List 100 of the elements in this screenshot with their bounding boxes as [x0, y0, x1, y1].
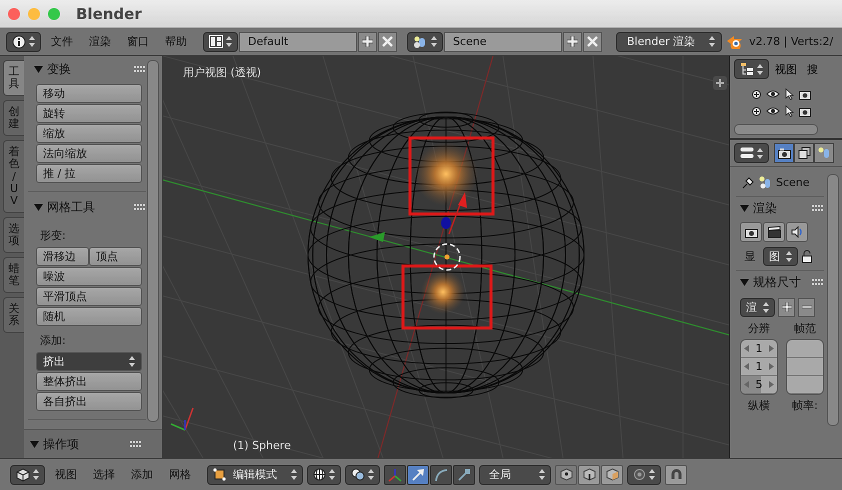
tool-button[interactable]: 法向缩放 [36, 144, 142, 163]
3d-cursor-icon[interactable] [433, 243, 461, 271]
render-image-button[interactable] [740, 222, 762, 242]
editor-type-dropdown[interactable] [6, 32, 41, 52]
menu-item[interactable]: 视图 [49, 464, 83, 484]
tool-button[interactable]: 顶点 [89, 247, 142, 266]
plus-icon [716, 79, 724, 87]
tool-button[interactable]: 滑移边 [36, 247, 89, 266]
tool-button[interactable]: 噪波 [36, 267, 142, 286]
menu-item[interactable]: 文件 [45, 32, 79, 52]
menu-item[interactable]: 视图 [771, 59, 801, 79]
expand-plus-icon[interactable] [752, 106, 761, 116]
manipulator-toggle[interactable] [407, 464, 429, 484]
add-preset-button[interactable] [778, 298, 795, 316]
proportional-edit-dropdown[interactable] [627, 464, 661, 484]
eye-icon[interactable] [766, 107, 780, 115]
globe-icon [313, 468, 326, 481]
panel-title[interactable]: 渲染 [753, 200, 777, 216]
scrollbar[interactable] [734, 124, 818, 135]
manipulator-toggle[interactable] [430, 464, 452, 484]
menu-item[interactable]: 网格 [163, 464, 197, 484]
menu-item[interactable]: 选择 [87, 464, 121, 484]
add-button[interactable] [358, 32, 377, 52]
remove-preset-button[interactable] [798, 298, 815, 316]
collapse-triangle-icon[interactable] [34, 202, 43, 212]
shading-dropdown[interactable] [307, 464, 341, 484]
editor-type-dropdown[interactable] [734, 59, 769, 79]
preset-dropdown[interactable]: 渲 [740, 298, 775, 316]
mode-dropdown[interactable]: 编辑模式 [207, 464, 303, 484]
select-mode-toggle[interactable] [578, 464, 600, 484]
menu-item[interactable]: 添加 [125, 464, 159, 484]
tool-button[interactable]: 推 / 拉 [36, 164, 142, 183]
extrude-dropdown[interactable]: 挤出 [36, 352, 142, 371]
pivot-dropdown[interactable] [345, 464, 380, 484]
render-engine-dropdown[interactable]: Blender 渲染 [616, 32, 722, 52]
editor-type-dropdown[interactable] [734, 143, 769, 163]
manipulator-handle[interactable] [441, 217, 451, 229]
add-button[interactable] [563, 32, 582, 52]
collapse-triangle-icon[interactable] [740, 204, 749, 212]
drag-grip-icon[interactable] [130, 441, 142, 447]
eye-icon[interactable] [766, 90, 780, 98]
tool-button[interactable]: 移动 [36, 84, 142, 103]
scene-dropdown[interactable] [407, 32, 443, 52]
scene-name-field[interactable]: Scene [444, 32, 562, 52]
properties-tab[interactable] [774, 143, 794, 163]
drag-grip-icon[interactable] [812, 205, 824, 211]
menu-item[interactable]: 帮助 [159, 32, 193, 52]
collapse-triangle-icon[interactable] [740, 278, 749, 286]
snap-toggle[interactable] [665, 464, 687, 484]
number-field[interactable] [787, 340, 823, 358]
panel-title[interactable]: 变换 [47, 60, 71, 78]
drag-grip-icon[interactable] [134, 66, 146, 72]
menu-item[interactable]: 渲染 [83, 32, 117, 52]
drag-grip-icon[interactable] [812, 279, 824, 285]
layout-dropdown[interactable] [203, 32, 238, 52]
camera-icon[interactable] [799, 106, 811, 116]
number-field[interactable] [787, 376, 823, 394]
display-dropdown[interactable]: 图 [763, 246, 798, 266]
manipulator-toggle[interactable] [384, 464, 406, 484]
menu-item[interactable]: 窗口 [121, 32, 155, 52]
properties-tab[interactable] [814, 143, 834, 163]
collapse-triangle-icon[interactable] [34, 64, 43, 74]
panel-title[interactable]: 网格工具 [47, 198, 95, 216]
collapse-triangle-icon[interactable] [30, 440, 39, 448]
render-animation-button[interactable] [763, 222, 785, 242]
add-button[interactable] [713, 76, 727, 90]
camera-icon[interactable] [799, 88, 811, 100]
tool-button[interactable]: 整体挤出 [36, 372, 142, 391]
3d-viewport[interactable]: 用户视图 (透视) (1) Sphere [163, 56, 729, 458]
number-field[interactable] [787, 358, 823, 376]
scrollbar[interactable] [147, 60, 159, 422]
select-mode-toggle[interactable] [555, 464, 577, 484]
tool-button[interactable]: 缩放 [36, 124, 142, 143]
tool-shelf-tab[interactable]: 工具 [3, 60, 24, 96]
close-button[interactable] [583, 32, 602, 52]
scrollbar[interactable] [827, 174, 839, 426]
pin-icon[interactable] [742, 176, 755, 188]
cursor-arrow-icon[interactable] [785, 88, 794, 100]
lock-icon[interactable] [801, 250, 813, 262]
manipulator-arrow[interactable] [448, 192, 467, 234]
menu-item[interactable]: 搜 [803, 59, 822, 79]
panel-title[interactable]: 规格尺寸 [753, 274, 801, 290]
panel-title[interactable]: 操作项 [43, 436, 79, 452]
tool-button[interactable]: 平滑顶点 [36, 287, 142, 306]
camera-icon [778, 148, 790, 158]
tool-button[interactable]: 旋转 [36, 104, 142, 123]
select-mode-toggle[interactable] [601, 464, 623, 484]
layout-name-field[interactable]: Default [239, 32, 357, 52]
orientation-dropdown[interactable]: 全局 [479, 464, 551, 484]
drag-grip-icon[interactable] [134, 204, 146, 210]
editor-type-dropdown[interactable] [10, 464, 45, 484]
tool-button[interactable]: 随机 [36, 307, 142, 326]
close-button[interactable] [378, 32, 397, 52]
manipulator-arrow[interactable] [369, 232, 385, 242]
properties-tab[interactable] [794, 143, 814, 163]
manipulator-toggle[interactable] [453, 464, 475, 484]
render-audio-button[interactable] [786, 222, 808, 242]
expand-plus-icon[interactable] [752, 90, 761, 98]
tool-button[interactable]: 各自挤出 [36, 392, 142, 411]
cursor-arrow-icon[interactable] [785, 105, 794, 117]
